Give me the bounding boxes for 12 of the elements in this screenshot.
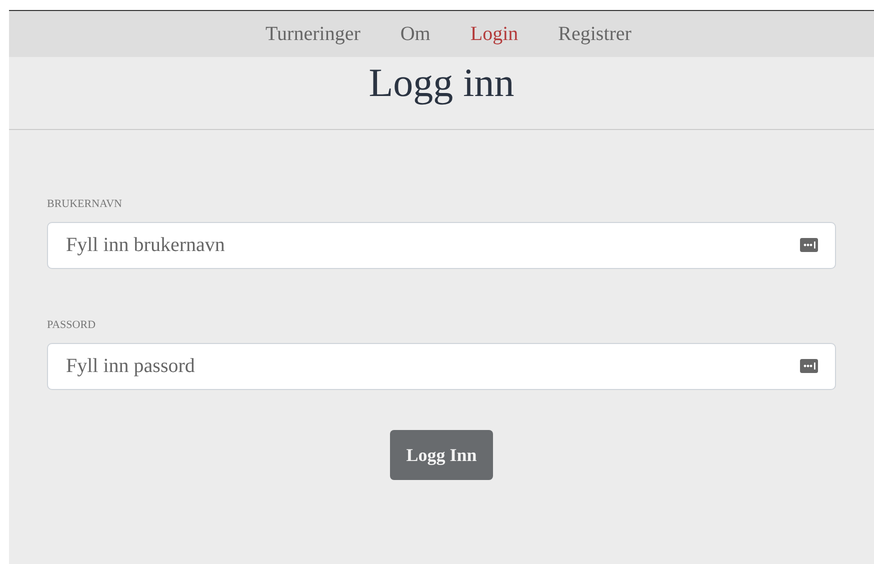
nav-link[interactable]: Om bbox=[380, 22, 450, 46]
login-button[interactable]: Logg Inn bbox=[390, 430, 493, 480]
input-field[interactable]: Fyll inn brukernavn bbox=[47, 222, 836, 269]
nav-link[interactable]: Registrer bbox=[538, 22, 652, 46]
nav-link[interactable]: Login bbox=[450, 22, 538, 46]
password-manager-icon[interactable] bbox=[800, 359, 818, 373]
password-manager-icon[interactable] bbox=[800, 238, 818, 252]
nav-link[interactable]: Turneringer bbox=[246, 22, 380, 46]
input-field[interactable]: Fyll inn passord bbox=[47, 343, 836, 390]
field-label: PASSORD bbox=[47, 319, 97, 331]
page-title: Logg inn bbox=[368, 59, 514, 107]
field-label: BRUKERNAVN bbox=[47, 198, 123, 210]
